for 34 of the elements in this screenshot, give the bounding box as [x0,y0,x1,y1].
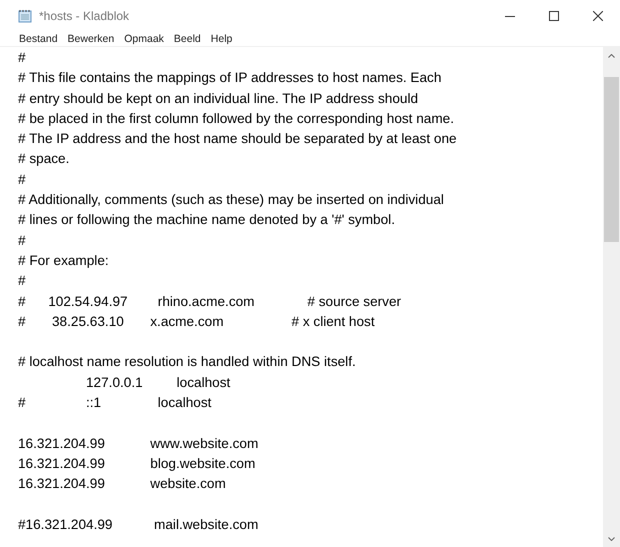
text-line: # localhost name resolution is handled within DNS itself. [18,353,357,372]
text-line: # This file contains the mappings of IP addresses to host names. Each [18,69,442,88]
text-line: # [18,49,27,67]
menu-item[interactable]: Opmaak [119,32,169,46]
text-line: # [18,272,27,290]
text-line: 16.321.204.99 blog.website.com [18,454,256,473]
menu-item[interactable]: Bestand [14,32,63,46]
scroll-up-icon[interactable] [608,54,615,58]
notepad-icon [18,9,33,23]
text-line: # 38.25.63.10 x.acme.com # x client host [18,312,376,331]
menu-item[interactable]: Bewerken [62,32,120,46]
close-icon [593,11,603,21]
text-line: # entry should be kept on an individual line. The IP address should [18,90,420,108]
text-line: 16.321.204.99 www.website.com [18,434,260,453]
text-line: # 102.54.94.97 rhino.acme.com # source server [18,292,402,311]
text-line: 16.321.204.99 website.com [18,475,227,494]
text-line: # ::1 localhost [18,394,212,412]
menu-item[interactable]: Beeld [168,32,206,46]
text-line: # space. [18,150,70,168]
text-line: 127.0.0.1 localhost [84,374,232,392]
text-line: # [18,170,27,189]
scrollbar-thumb[interactable] [604,77,619,242]
text-line: # For example: [18,252,110,270]
text-line: # Additionally, comments (such as these) may be inserted on individual [18,191,445,210]
window-title: *hosts - Kladblok [39,9,130,23]
text-line: # lines or following the machine name denoted by a '#' symbol. [18,211,396,230]
text-line: # be placed in the first column followed by the corresponding host name. [18,110,456,128]
scrollbar[interactable] [603,47,620,547]
text-line: # [18,232,27,250]
text-line: # The IP address and the host name should be separated by at least one [18,130,458,148]
scroll-down-icon[interactable] [608,536,615,540]
maximize-icon [549,11,559,21]
menu-item[interactable]: Help [206,32,238,46]
text-line: #16.321.204.99 mail.website.com [18,516,260,534]
